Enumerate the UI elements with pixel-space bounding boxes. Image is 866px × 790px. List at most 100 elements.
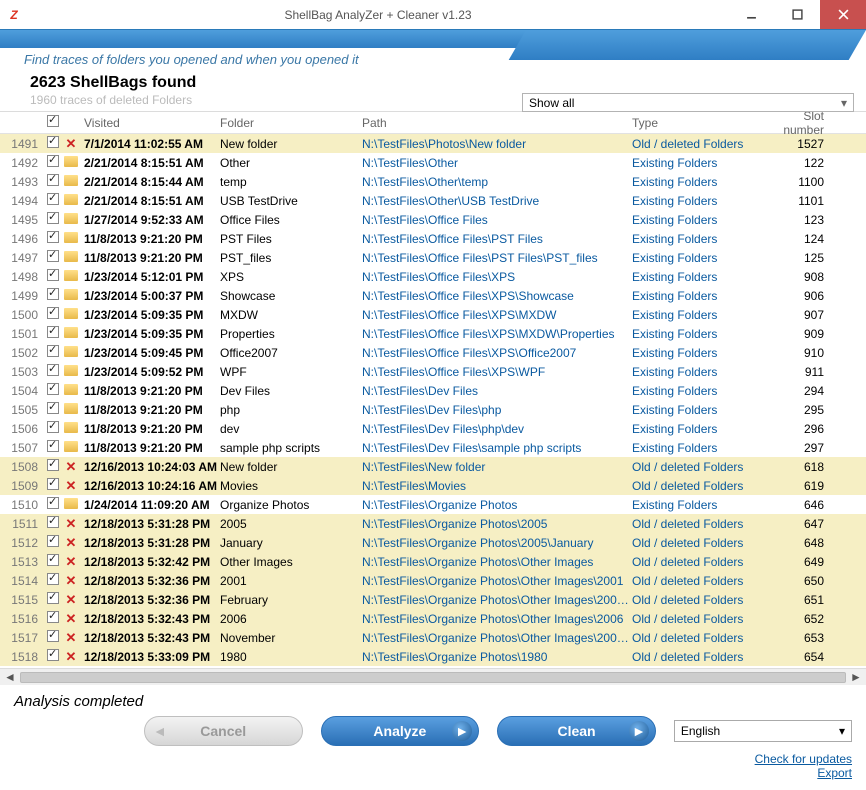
column-slot[interactable]: Slot number: [760, 112, 834, 137]
table-row[interactable]: 1511✕12/18/2013 5:31:28 PM2005N:\TestFil…: [0, 514, 866, 533]
row-checkbox[interactable]: [47, 459, 59, 471]
row-checkbox[interactable]: [47, 250, 59, 262]
row-checkbox[interactable]: [47, 554, 59, 566]
row-index: 1515: [6, 593, 44, 607]
table-row[interactable]: 149711/8/2013 9:21:20 PMPST_filesN:\Test…: [0, 248, 866, 267]
scroll-left-icon[interactable]: ◄: [2, 670, 18, 684]
table-row[interactable]: 14922/21/2014 8:15:51 AMOtherN:\TestFile…: [0, 153, 866, 172]
clean-button[interactable]: Clean ►: [497, 716, 656, 746]
row-checkbox[interactable]: [47, 611, 59, 623]
cell-type: Existing Folders: [632, 289, 760, 303]
row-checkbox[interactable]: [47, 383, 59, 395]
cell-folder: Other Images: [220, 555, 362, 569]
column-type[interactable]: Type: [632, 116, 760, 130]
table-row[interactable]: 1516✕12/18/2013 5:32:43 PM2006N:\TestFil…: [0, 609, 866, 628]
row-checkbox[interactable]: [47, 212, 59, 224]
row-checkbox[interactable]: [47, 269, 59, 281]
row-checkbox[interactable]: [47, 345, 59, 357]
table-row[interactable]: 1513✕12/18/2013 5:32:42 PMOther ImagesN:…: [0, 552, 866, 571]
table-row[interactable]: 150511/8/2013 9:21:20 PMphpN:\TestFiles\…: [0, 400, 866, 419]
table-row[interactable]: 1509✕12/16/2013 10:24:16 AMMoviesN:\Test…: [0, 476, 866, 495]
table-row[interactable]: 15001/23/2014 5:09:35 PMMXDWN:\TestFiles…: [0, 305, 866, 324]
cell-visited: 1/23/2014 5:09:35 PM: [80, 327, 220, 341]
cancel-button[interactable]: ◄ Cancel: [144, 716, 303, 746]
row-checkbox[interactable]: [47, 288, 59, 300]
table-row[interactable]: 15011/23/2014 5:09:35 PMPropertiesN:\Tes…: [0, 324, 866, 343]
chevron-right-icon: ►: [452, 721, 472, 741]
row-checkbox[interactable]: [47, 421, 59, 433]
row-checkbox[interactable]: [47, 402, 59, 414]
row-checkbox[interactable]: [47, 231, 59, 243]
row-checkbox[interactable]: [47, 516, 59, 528]
table-row[interactable]: 1508✕12/16/2013 10:24:03 AMNew folderN:\…: [0, 457, 866, 476]
row-checkbox[interactable]: [47, 193, 59, 205]
scroll-right-icon[interactable]: ►: [848, 670, 864, 684]
cell-path: N:\TestFiles\Office Files\PST Files\PST_…: [362, 251, 632, 265]
row-checkbox[interactable]: [47, 630, 59, 642]
folder-icon: [62, 289, 80, 303]
row-checkbox[interactable]: [47, 174, 59, 186]
check-updates-link[interactable]: Check for updates: [755, 752, 852, 766]
export-link[interactable]: Export: [817, 766, 852, 780]
chevron-down-icon: ▾: [839, 724, 845, 738]
row-checkbox[interactable]: [47, 307, 59, 319]
table-row[interactable]: 1491✕7/1/2014 11:02:55 AMNew folderN:\Te…: [0, 134, 866, 153]
table-row[interactable]: 14951/27/2014 9:52:33 AMOffice FilesN:\T…: [0, 210, 866, 229]
table-row[interactable]: 14932/21/2014 8:15:44 AMtempN:\TestFiles…: [0, 172, 866, 191]
filter-dropdown[interactable]: Show all ▾: [522, 93, 854, 112]
select-all-checkbox[interactable]: [47, 115, 59, 127]
row-index: 1502: [6, 346, 44, 360]
row-checkbox[interactable]: [47, 497, 59, 509]
table-row[interactable]: 14991/23/2014 5:00:37 PMShowcaseN:\TestF…: [0, 286, 866, 305]
table-row[interactable]: 150611/8/2013 9:21:20 PMdevN:\TestFiles\…: [0, 419, 866, 438]
horizontal-scrollbar[interactable]: ◄ ►: [0, 668, 866, 685]
folder-icon: [62, 251, 80, 265]
row-index: 1514: [6, 574, 44, 588]
row-checkbox[interactable]: [47, 573, 59, 585]
cell-slot: 1527: [760, 137, 834, 151]
row-checkbox[interactable]: [47, 155, 59, 167]
row-checkbox[interactable]: [47, 326, 59, 338]
table-row[interactable]: 14981/23/2014 5:12:01 PMXPSN:\TestFiles\…: [0, 267, 866, 286]
table-row[interactable]: 1517✕12/18/2013 5:32:43 PMNovemberN:\Tes…: [0, 628, 866, 647]
row-checkbox[interactable]: [47, 136, 59, 148]
cell-visited: 12/16/2013 10:24:16 AM: [80, 479, 220, 493]
table-row[interactable]: 150411/8/2013 9:21:20 PMDev FilesN:\Test…: [0, 381, 866, 400]
table-row[interactable]: 15031/23/2014 5:09:52 PMWPFN:\TestFiles\…: [0, 362, 866, 381]
table-row[interactable]: 149611/8/2013 9:21:20 PMPST FilesN:\Test…: [0, 229, 866, 248]
table-row[interactable]: 15021/23/2014 5:09:45 PMOffice2007N:\Tes…: [0, 343, 866, 362]
table-row[interactable]: 1515✕12/18/2013 5:32:36 PMFebruaryN:\Tes…: [0, 590, 866, 609]
cell-type: Existing Folders: [632, 384, 760, 398]
table-row[interactable]: 1514✕12/18/2013 5:32:36 PM2001N:\TestFil…: [0, 571, 866, 590]
language-dropdown[interactable]: English ▾: [674, 720, 852, 742]
column-folder[interactable]: Folder: [220, 116, 362, 130]
cell-visited: 12/18/2013 5:32:36 PM: [80, 574, 220, 588]
analyze-button[interactable]: Analyze ►: [321, 716, 480, 746]
row-checkbox[interactable]: [47, 364, 59, 376]
maximize-button[interactable]: [774, 0, 820, 29]
minimize-button[interactable]: [728, 0, 774, 29]
column-path[interactable]: Path: [362, 116, 632, 130]
table-row[interactable]: 1518✕12/18/2013 5:33:09 PM1980N:\TestFil…: [0, 647, 866, 666]
row-index: 1503: [6, 365, 44, 379]
row-checkbox[interactable]: [47, 592, 59, 604]
table-row[interactable]: 150711/8/2013 9:21:20 PMsample php scrip…: [0, 438, 866, 457]
scrollbar-thumb[interactable]: [20, 672, 846, 683]
cell-slot: 652: [760, 612, 834, 626]
deleted-icon: ✕: [62, 593, 80, 607]
cell-slot: 906: [760, 289, 834, 303]
table-row[interactable]: 15101/24/2014 11:09:20 AMOrganize Photos…: [0, 495, 866, 514]
row-checkbox[interactable]: [47, 535, 59, 547]
table-row[interactable]: 1512✕12/18/2013 5:31:28 PMJanuaryN:\Test…: [0, 533, 866, 552]
row-checkbox[interactable]: [47, 649, 59, 661]
row-checkbox[interactable]: [47, 440, 59, 452]
table-body[interactable]: 1491✕7/1/2014 11:02:55 AMNew folderN:\Te…: [0, 134, 866, 668]
close-button[interactable]: [820, 0, 866, 29]
cell-slot: 296: [760, 422, 834, 436]
row-index: 1507: [6, 441, 44, 455]
row-checkbox[interactable]: [47, 478, 59, 490]
column-visited[interactable]: Visited: [80, 116, 220, 130]
cell-type: Old / deleted Folders: [632, 555, 760, 569]
table-row[interactable]: 14942/21/2014 8:15:51 AMUSB TestDriveN:\…: [0, 191, 866, 210]
cell-visited: 11/8/2013 9:21:20 PM: [80, 384, 220, 398]
